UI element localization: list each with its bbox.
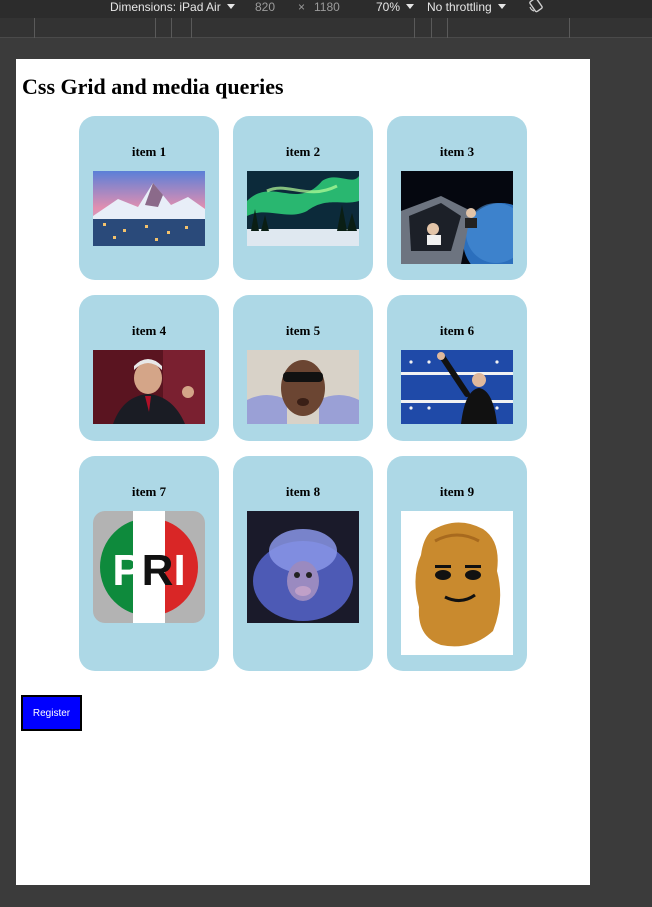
chevron-down-icon — [226, 4, 235, 9]
times-sign: × — [298, 0, 306, 14]
rotate-icon[interactable] — [528, 0, 544, 13]
northern-lights — [247, 171, 359, 246]
item-image: PRI — [93, 511, 205, 623]
item-label: item 4 — [131, 323, 167, 338]
zoom-dropdown[interactable]: 70% — [376, 0, 415, 14]
item-image — [93, 350, 205, 424]
grid-item-6: item 6 — [387, 295, 527, 441]
item-image — [247, 350, 359, 424]
nugget-face — [401, 511, 513, 655]
item-image — [401, 511, 513, 655]
item-label: item 8 — [285, 484, 321, 499]
grid-item-2: item 2 — [233, 116, 373, 280]
height-input[interactable]: 1180 — [314, 0, 340, 14]
media-query-bar — [0, 18, 652, 38]
register-button[interactable]: Register — [21, 695, 82, 731]
pri-logo: PRI — [93, 511, 205, 623]
zoom-label: 70% — [376, 0, 401, 14]
chevron-down-icon — [497, 4, 506, 9]
man-waving-at-podium — [401, 350, 513, 424]
device-viewport: Css Grid and media queries item 1 item 2 — [16, 59, 590, 885]
item-label: item 5 — [285, 323, 321, 338]
item-label: item 2 — [285, 144, 321, 159]
grid-item-7: item 7 PRI — [79, 456, 219, 671]
item-label: item 6 — [439, 323, 475, 338]
grid-item-3: item 3 — [387, 116, 527, 280]
car-in-space — [401, 171, 513, 264]
item-image — [401, 171, 513, 264]
man-at-podium — [93, 350, 205, 424]
item-label: item 3 — [439, 144, 475, 159]
snowy-mountain-village — [93, 171, 205, 246]
item-label: item 7 — [131, 484, 167, 499]
dimensions-dropdown[interactable]: Dimensions: iPad Air — [110, 0, 235, 14]
grid-item-4: item 4 — [79, 295, 219, 441]
throttling-label: No throttling — [427, 0, 492, 14]
grid-item-1: item 1 — [79, 116, 219, 280]
item-label: item 1 — [131, 144, 167, 159]
dimensions-label: Dimensions: iPad Air — [110, 0, 221, 14]
chevron-down-icon — [406, 4, 415, 9]
grid-item-9: item 9 — [387, 456, 527, 671]
page-title: Css Grid and media queries — [22, 74, 284, 99]
item-label: item 9 — [439, 484, 475, 499]
item-image — [401, 350, 513, 424]
man-with-sunglasses — [247, 350, 359, 424]
blurry-monkey — [247, 511, 359, 623]
width-input[interactable]: 820 — [255, 0, 275, 14]
item-image — [247, 511, 359, 623]
item-image — [247, 171, 359, 246]
grid-item-8: item 8 — [233, 456, 373, 671]
grid-item-5: item 5 — [233, 295, 373, 441]
device-toolbar: Dimensions: iPad Air 820 × 1180 70% No t… — [0, 0, 652, 18]
pri-logo-text: PRI — [112, 546, 185, 595]
item-image — [93, 171, 205, 246]
throttling-dropdown[interactable]: No throttling — [427, 0, 506, 14]
